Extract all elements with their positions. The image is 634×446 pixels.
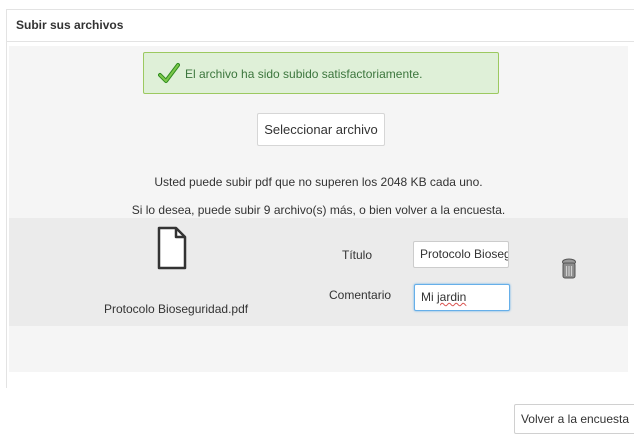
document-icon [157, 226, 187, 270]
comment-label: Comentario [329, 288, 392, 302]
checkmark-icon [158, 63, 180, 83]
uploaded-file-row: Protocolo Bioseguridad.pdf Título Protoc… [9, 218, 628, 326]
select-file-button[interactable]: Seleccionar archivo [257, 113, 385, 146]
comment-input[interactable]: Mi jardin [414, 284, 510, 311]
success-alert: El archivo ha sido subido satisfactoriam… [143, 52, 499, 94]
title-label: Título [342, 248, 373, 262]
alert-message: El archivo ha sido subido satisfactoriam… [185, 67, 423, 81]
trash-icon[interactable] [561, 258, 577, 280]
comment-misspelled-word: jardin [437, 290, 467, 304]
panel-header: Subir sus archivos [7, 10, 634, 42]
upload-limit-text: Usted puede subir pdf que no superen los… [154, 175, 483, 189]
panel-title: Subir sus archivos [16, 18, 124, 32]
remaining-uploads-text: Si lo desea, puede subir 9 archivo(s) má… [131, 203, 506, 217]
comment-text: Mi [421, 290, 437, 304]
back-to-survey-button[interactable]: Volver a la encuesta [514, 404, 634, 434]
file-name: Protocolo Bioseguridad.pdf [104, 302, 249, 316]
title-input[interactable]: Protocolo Bioseg [413, 241, 509, 268]
panel-body: El archivo ha sido subido satisfactoriam… [9, 46, 628, 372]
